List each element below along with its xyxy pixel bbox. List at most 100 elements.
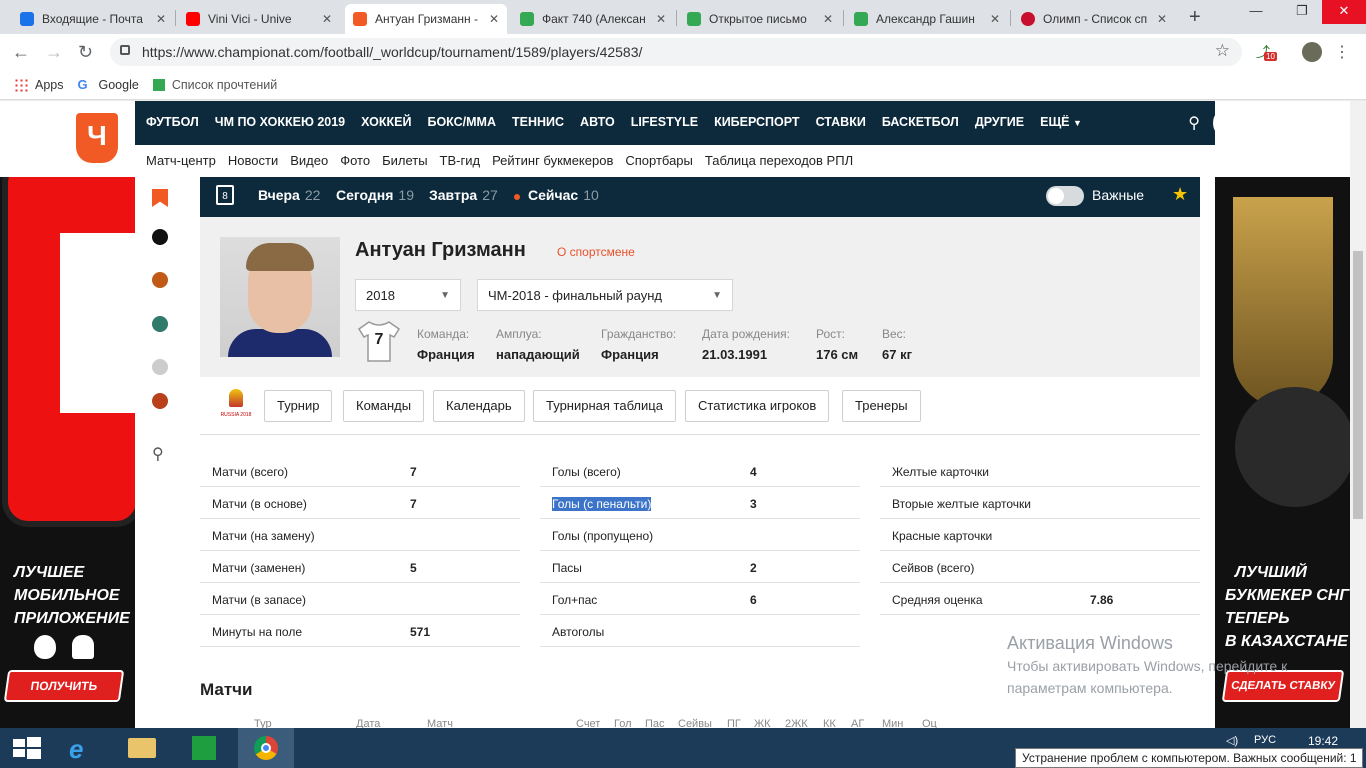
subnav-news[interactable]: Новости (228, 153, 278, 168)
tab-fact[interactable]: Факт 740 (Алексан ✕ (512, 4, 674, 34)
bookmark-google[interactable]: G Google (78, 77, 139, 92)
calendar-icon[interactable]: 8 (216, 185, 234, 205)
euro-icon[interactable] (152, 316, 168, 332)
nav-hockey[interactable]: ХОККЕЙ (361, 115, 411, 129)
page-scrollbar[interactable] (1350, 101, 1366, 728)
nav-basketball[interactable]: БАСКЕТБОЛ (882, 115, 959, 129)
rpl-icon[interactable] (152, 229, 168, 245)
stat-row: Гол+пас 6 (540, 583, 860, 615)
subnav-sportbars[interactable]: Спортбары (625, 153, 693, 168)
volume-icon[interactable]: ◁) (1226, 734, 1238, 747)
search-icon[interactable]: ⚲ (152, 447, 168, 463)
important-toggle[interactable] (1046, 186, 1084, 206)
new-tab-button[interactable]: + (1189, 6, 1201, 29)
sports-sidebar: ⚲ (135, 177, 185, 728)
coaches-button[interactable]: Тренеры (842, 390, 921, 422)
close-icon[interactable]: ✕ (1157, 12, 1167, 26)
standings-button[interactable]: Турнирная таблица (533, 390, 676, 422)
europa-league-icon[interactable] (152, 272, 168, 288)
tab-championat[interactable]: Антуан Гризманн - ✕ (345, 4, 507, 34)
stage-select[interactable]: ЧМ-2018 - финальный раунд ▼ (477, 279, 733, 311)
subnav-bookmakers[interactable]: Рейтинг букмекеров (492, 153, 613, 168)
tab-mail[interactable]: Входящие - Почта ✕ (12, 4, 174, 34)
championat-logo[interactable]: Ч (76, 113, 118, 163)
url-field[interactable]: https://www.championat.com/football/_wor… (110, 38, 1242, 66)
nav-tennis[interactable]: ТЕННИС (512, 115, 564, 129)
minimize-button[interactable]: — (1234, 0, 1278, 24)
nav-esport[interactable]: КИБЕРСПОРТ (714, 115, 800, 129)
browser-tab-strip: Входящие - Почта ✕ Vini Vici - Unive ✕ А… (0, 0, 1366, 34)
back-icon[interactable]: ← (12, 42, 30, 63)
bookmark-icon[interactable] (152, 189, 168, 207)
bookmark-reading-list[interactable]: Список прочтений (152, 78, 277, 92)
match-center-bar: 8 Вчера 22 Сегодня 19 Завтра 27 Сейчас 10 Ва… (200, 177, 1200, 217)
file-explorer-icon[interactable] (114, 728, 170, 768)
tab-gashin[interactable]: Александр Гашин ✕ (846, 4, 1008, 34)
world-cup-logo[interactable]: RUSSIA 2018 (220, 389, 252, 423)
nav-lifestyle[interactable]: LIFESTYLE (631, 115, 698, 129)
star-icon[interactable]: ★ (1172, 184, 1188, 205)
stat-row: Матчи (в основе) 7 (200, 487, 520, 519)
menu-icon[interactable]: ⋮ (1332, 42, 1352, 62)
android-icon (72, 635, 94, 659)
season-select[interactable]: 2018 ▼ (355, 279, 461, 311)
bookmark-star-icon[interactable]: ☆ (1215, 41, 1230, 61)
profile-avatar[interactable] (1302, 42, 1322, 62)
window-close-button[interactable]: ✕ (1322, 0, 1366, 24)
stat-row: Минуты на поле 571 (200, 615, 520, 647)
yesterday-filter[interactable]: Вчера 22 (258, 187, 320, 203)
close-icon[interactable]: ✕ (990, 12, 1000, 26)
forward-icon[interactable]: → (45, 42, 63, 63)
nav-hockey-wc[interactable]: ЧМ ПО ХОККЕЮ 2019 (215, 115, 345, 129)
close-icon[interactable]: ✕ (322, 12, 332, 26)
tab-letter[interactable]: Открытое письмо ✕ (679, 4, 841, 34)
attr-team: Команда: Франция (417, 327, 475, 362)
nav-auto[interactable]: АВТО (580, 115, 615, 129)
calendar-button[interactable]: Календарь (433, 390, 525, 422)
live-filter[interactable]: Сейчас 10 (528, 187, 599, 203)
tournament-button[interactable]: Турнир (264, 390, 333, 422)
about-player-link[interactable]: О спортсмене (557, 245, 635, 259)
extension-icon[interactable]: ⤴ 10 (1256, 42, 1277, 62)
chrome-icon[interactable] (238, 728, 294, 768)
close-icon[interactable]: ✕ (823, 12, 833, 26)
today-filter[interactable]: Сегодня 19 (336, 187, 414, 203)
maximize-button[interactable]: ❐ (1280, 0, 1324, 24)
close-icon[interactable]: ✕ (489, 12, 499, 26)
get-app-button[interactable]: ПОЛУЧИТЬ (3, 670, 125, 702)
subnav-match-center[interactable]: Матч-центр (146, 153, 216, 168)
store-icon[interactable] (176, 728, 232, 768)
language-indicator[interactable]: РУС (1254, 734, 1276, 746)
youtube-icon (186, 12, 200, 26)
subnav-tv[interactable]: ТВ-гид (440, 153, 481, 168)
tomorrow-filter[interactable]: Завтра 27 (429, 187, 498, 203)
start-button[interactable] (0, 728, 56, 768)
search-icon[interactable]: ⚲ (1188, 113, 1200, 133)
reload-icon[interactable]: ↻ (78, 42, 93, 63)
user-icon[interactable] (1213, 107, 1245, 139)
nav-football[interactable]: ФУТБОЛ (146, 115, 199, 129)
nav-more[interactable]: ЕЩЁ ▼ (1040, 115, 1082, 129)
tab-youtube[interactable]: Vini Vici - Unive ✕ (178, 4, 340, 34)
nav-other[interactable]: ДРУГИЕ (975, 115, 1024, 129)
clock[interactable]: 19:42 (1308, 734, 1338, 748)
subnav-transfers[interactable]: Таблица переходов РПЛ (705, 153, 853, 168)
close-icon[interactable]: ✕ (656, 12, 666, 26)
tab-olimp[interactable]: Олимп - Список сп ✕ (1013, 4, 1175, 34)
close-icon[interactable]: ✕ (156, 12, 166, 26)
nav-bets[interactable]: СТАВКИ (816, 115, 866, 129)
nav-boxing[interactable]: БОКС/ММА (427, 115, 496, 129)
subnav-video[interactable]: Видео (290, 153, 328, 168)
subnav-photo[interactable]: Фото (340, 153, 370, 168)
stats-column-cards: Желтые карточки Вторые желтые карточки К… (880, 455, 1200, 615)
left-ad-banner[interactable]: ЛУЧШЕЕ МОБИЛЬНОЕ ПРИЛОЖЕНИЕ ПОЛУЧИТЬ (0, 177, 135, 728)
subnav-tickets[interactable]: Билеты (382, 153, 427, 168)
chevron-down-icon: ▼ (1073, 118, 1082, 128)
important-label: Важные (1092, 187, 1145, 203)
teams-button[interactable]: Команды (343, 390, 425, 422)
internet-explorer-icon[interactable]: e (56, 728, 112, 768)
cup-icon[interactable] (152, 393, 168, 409)
champions-league-icon[interactable] (152, 359, 168, 375)
player-stats-button[interactable]: Статистика игроков (685, 390, 830, 422)
bookmark-apps[interactable]: Apps (14, 77, 64, 92)
